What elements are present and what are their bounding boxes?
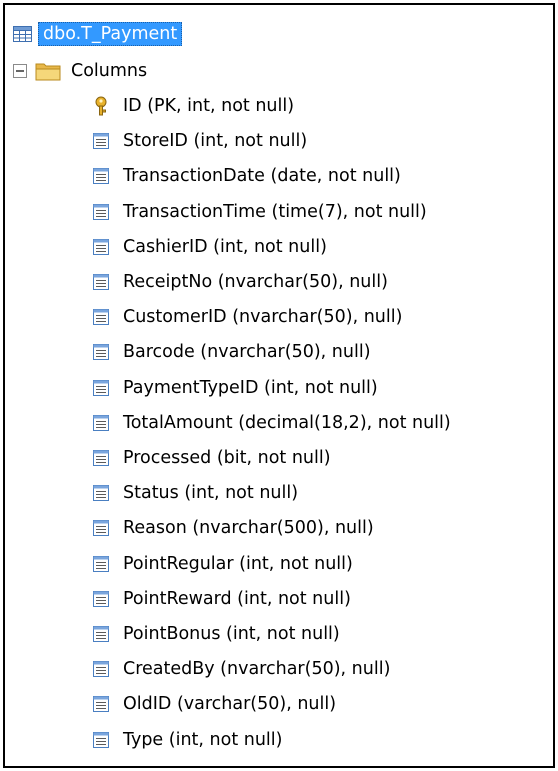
column-node[interactable]: StoreID (int, not null) [91, 126, 307, 156]
column-node-label: CreatedBy (nvarchar(50), null) [123, 659, 391, 680]
column-node[interactable]: Processed (bit, not null) [91, 443, 331, 473]
column-node[interactable]: CashierID (int, not null) [91, 232, 327, 262]
object-explorer-panel: dbo.T_Payment Columns ID (PK, int, not n… [3, 3, 555, 768]
column-node-label: OldID (varchar(50), null) [123, 694, 337, 715]
column-node[interactable]: Status (int, not null) [91, 478, 298, 508]
column-icon [93, 309, 109, 326]
column-icon [93, 485, 109, 502]
column-icon [93, 414, 109, 431]
column-node[interactable]: TransactionDate (date, not null) [91, 161, 401, 191]
table-node-label[interactable]: dbo.T_Payment [38, 22, 183, 46]
column-node[interactable]: Type (int, not null) [91, 725, 282, 755]
column-icon [93, 238, 109, 255]
collapse-icon[interactable] [13, 64, 27, 78]
column-node-label: PointBonus (int, not null) [123, 624, 340, 644]
column-node-label: PaymentTypeID (int, not null) [123, 377, 378, 398]
column-node-label: Status (int, not null) [123, 483, 299, 504]
column-icon [93, 626, 109, 642]
column-icon [93, 731, 109, 748]
column-node-label: TransactionDate (date, not null) [123, 166, 401, 187]
columns-folder-label: Columns [71, 61, 148, 81]
column-icon [93, 168, 109, 185]
column-node-label: ReceiptNo (nvarchar(50), null) [123, 272, 388, 292]
column-node[interactable]: TransactionTime (time(7), not null) [91, 197, 427, 227]
column-node[interactable]: PointBonus (int, not null) [91, 619, 340, 649]
column-node-label: StoreID (int, not null) [123, 131, 308, 152]
column-node[interactable]: ID (PK, int, not null) [91, 91, 294, 121]
column-node[interactable]: PointRegular (int, not null) [91, 549, 353, 579]
column-icon [93, 590, 109, 607]
column-node-label: Reason (nvarchar(500), null) [123, 518, 374, 539]
column-node[interactable]: ReceiptNo (nvarchar(50), null) [91, 267, 388, 297]
column-node-label: CashierID (int, not null) [123, 236, 327, 257]
column-icon [93, 520, 109, 537]
column-node-label: Type (int, not null) [123, 729, 283, 750]
column-node[interactable]: Reason (nvarchar(500), null) [91, 513, 374, 543]
column-node-label: PointRegular (int, not null) [123, 553, 353, 574]
column-node[interactable]: CustomerID (nvarchar(50), null) [91, 302, 402, 332]
column-icon [93, 344, 109, 361]
column-icon [93, 661, 109, 678]
folder-icon [35, 63, 61, 81]
column-node[interactable]: OldID (varchar(50), null) [91, 689, 336, 719]
table-icon [13, 26, 32, 42]
tree-node-columns-folder[interactable]: Columns [13, 56, 147, 86]
column-node-label: Processed (bit, not null) [123, 448, 331, 468]
column-node-label: PointReward (int, not null) [123, 588, 351, 609]
column-icon [93, 696, 109, 713]
column-icon [93, 379, 109, 396]
column-node[interactable]: CreatedBy (nvarchar(50), null) [91, 654, 390, 684]
column-node-label: TransactionTime (time(7), not null) [123, 201, 427, 222]
column-node[interactable]: PointReward (int, not null) [91, 584, 351, 614]
tree-node-table[interactable]: dbo.T_Payment [13, 19, 183, 49]
column-node-label: TotalAmount (decimal(18,2), not null) [123, 412, 451, 433]
column-icon [93, 274, 109, 290]
column-icon [93, 555, 109, 572]
column-icon [93, 133, 109, 150]
column-icon [93, 450, 109, 466]
column-node-label: CustomerID (nvarchar(50), null) [123, 307, 403, 328]
column-node-label: ID (PK, int, not null) [123, 96, 295, 116]
column-node-label: Barcode (nvarchar(50), null) [123, 342, 371, 363]
column-node[interactable]: PaymentTypeID (int, not null) [91, 373, 378, 403]
column-node[interactable]: Barcode (nvarchar(50), null) [91, 337, 371, 367]
column-icon [93, 203, 109, 220]
key-icon [95, 96, 107, 116]
column-node[interactable]: TotalAmount (decimal(18,2), not null) [91, 408, 451, 438]
